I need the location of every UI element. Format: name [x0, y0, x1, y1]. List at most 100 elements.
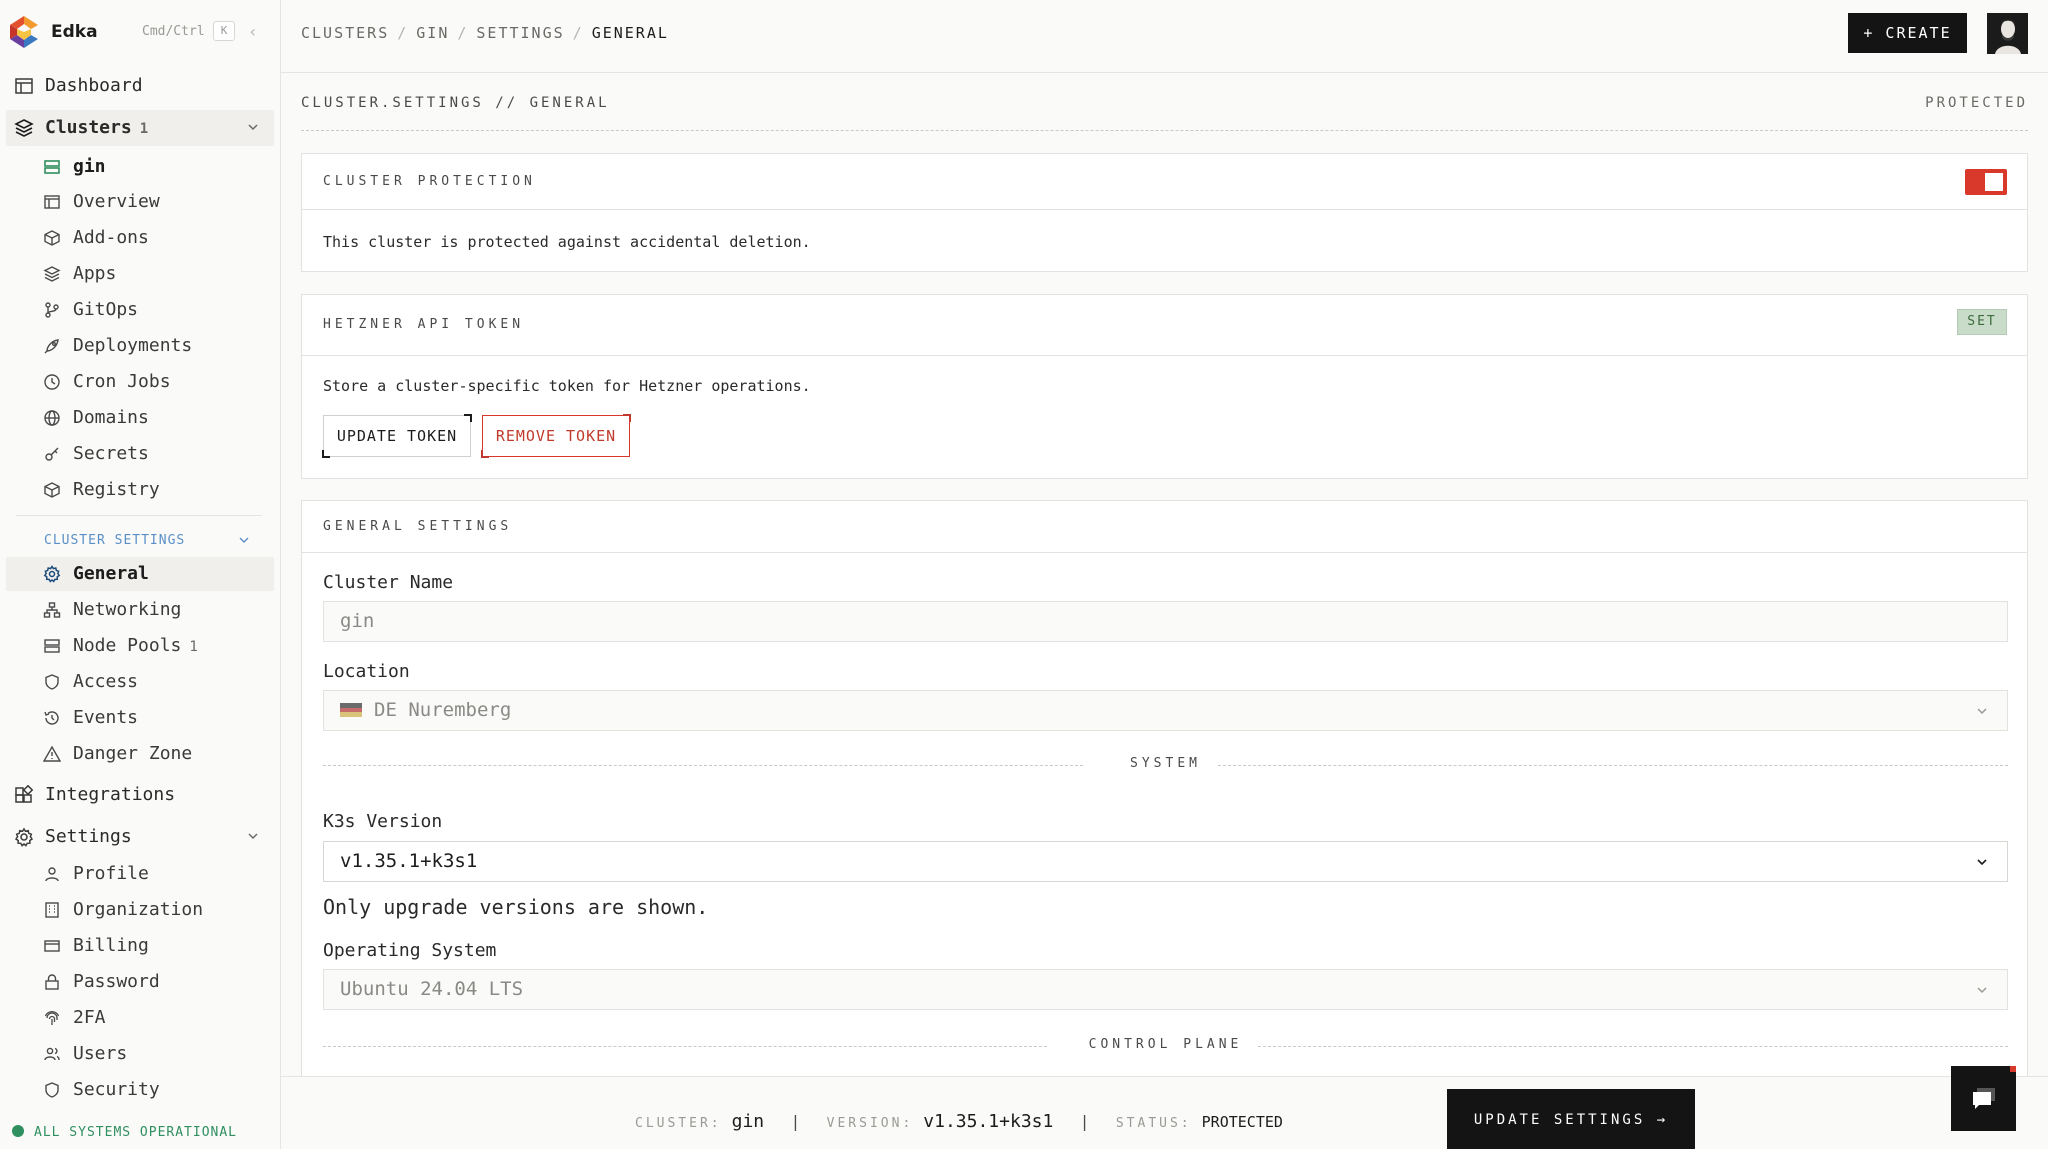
search-shortcut-hint: Cmd/Ctrl — [142, 24, 205, 39]
rocket-icon — [44, 339, 59, 354]
sidebar-item-password[interactable]: Password — [6, 965, 274, 999]
sidebar-item-billing[interactable]: Billing — [6, 929, 274, 963]
breadcrumb-clusters[interactable]: CLUSTERS — [301, 24, 389, 42]
sidebar-item-domains[interactable]: Domains — [6, 401, 274, 435]
sidebar-item-clusters[interactable]: Clusters 1 — [6, 110, 274, 146]
section-title: CONTROL PLANE — [1074, 1037, 1257, 1052]
page-title: CLUSTER.SETTINGS // GENERAL — [301, 95, 610, 111]
system-status[interactable]: ALL SYSTEMS OPERATIONAL — [12, 1125, 237, 1140]
card-title: HETZNER API TOKEN — [323, 317, 525, 332]
sidebar-item-addons[interactable]: Add-ons — [6, 221, 274, 255]
key-icon — [45, 447, 59, 461]
breadcrumb-general: GENERAL — [591, 24, 669, 42]
sidebar-item-general[interactable]: General — [6, 557, 274, 591]
avatar[interactable] — [1987, 13, 2028, 54]
cluster-name-input[interactable]: gin — [323, 601, 2008, 642]
chevron-down-icon — [1977, 708, 1987, 715]
page-divider — [301, 130, 2028, 131]
history-icon — [44, 711, 59, 725]
user-icon — [45, 867, 59, 882]
system-section-divider: SYSTEM — [323, 756, 2008, 776]
sidebar-item-access[interactable]: Access — [6, 665, 274, 699]
gear-icon — [14, 827, 34, 847]
sidebar-item-security[interactable]: Security — [6, 1073, 274, 1107]
settings-footer-bar: CLUSTER: gin | VERSION: v1.35.1+k3s1 | STA… — [281, 1076, 2048, 1149]
chat-button[interactable] — [1951, 1066, 2016, 1131]
chevron-down-icon — [1977, 987, 1987, 994]
sidebar-item-overview[interactable]: Overview — [6, 185, 274, 219]
status-dot-icon — [12, 1125, 24, 1137]
users-icon — [44, 1047, 60, 1061]
chevron-down-icon[interactable] — [238, 534, 250, 546]
sidebar-item-organization[interactable]: Organization — [6, 893, 274, 927]
server-icon — [44, 639, 60, 653]
sidebar-item-secrets[interactable]: Secrets — [6, 437, 274, 471]
sidebar-item-settings[interactable]: Settings — [6, 819, 274, 855]
network-icon — [43, 602, 61, 618]
chevron-down-icon[interactable] — [246, 120, 260, 134]
layout-icon — [15, 78, 33, 94]
location-select[interactable]: DE Nuremberg — [323, 690, 2008, 731]
sidebar-item-integrations[interactable]: Integrations — [6, 777, 274, 813]
cluster-name-label: Cluster Name — [323, 572, 454, 593]
chevron-down-icon — [1977, 859, 1987, 866]
breadcrumb-gin[interactable]: GIN — [416, 24, 449, 42]
cluster-name: gin — [73, 156, 106, 177]
sidebar-item-users[interactable]: Users — [6, 1037, 274, 1071]
building-icon — [45, 902, 59, 918]
edka-logo-icon[interactable] — [10, 16, 38, 48]
update-token-button[interactable]: UPDATE TOKEN — [322, 414, 472, 458]
sidebar-item-cron-jobs[interactable]: Cron Jobs — [6, 365, 274, 399]
sidebar-item-deployments[interactable]: Deployments — [6, 329, 274, 363]
card-title: CLUSTER PROTECTION — [323, 174, 536, 189]
sidebar-item-registry[interactable]: Registry — [6, 473, 274, 507]
card-description: Store a cluster-specific token for Hetzn… — [323, 377, 811, 395]
clusters-count: 1 — [139, 121, 149, 137]
grid-plus-icon — [15, 785, 34, 803]
k3s-version-hint: Only upgrade versions are shown. — [323, 895, 709, 919]
sidebar-cluster-gin[interactable]: gin — [6, 150, 274, 184]
sidebar-item-node-pools[interactable]: Node Pools 1 — [6, 629, 274, 663]
collapse-sidebar-icon[interactable]: ‹ — [248, 22, 258, 41]
package-icon — [44, 230, 60, 246]
cluster-settings-heading[interactable]: CLUSTER SETTINGS — [44, 533, 185, 548]
location-label: Location — [323, 661, 410, 682]
lock-icon — [45, 974, 59, 990]
package-icon — [44, 482, 60, 498]
breadcrumb-settings[interactable]: SETTINGS — [476, 24, 564, 42]
sidebar-item-danger-zone[interactable]: Danger Zone — [6, 737, 274, 771]
cluster-protection-card: CLUSTER PROTECTION This cluster is prote… — [301, 153, 2028, 272]
sidebar-item-apps[interactable]: Apps — [6, 257, 274, 291]
footer-version-value: v1.35.1+k3s1 — [923, 1111, 1054, 1132]
sidebar-item-networking[interactable]: Networking — [6, 593, 274, 627]
sidebar-item-profile[interactable]: Profile — [6, 857, 274, 891]
sidebar-item-dashboard[interactable]: Dashboard — [6, 68, 274, 104]
footer-status-value: PROTECTED — [1201, 1113, 1283, 1131]
breadcrumb: CLUSTERS / GIN / SETTINGS / GENERAL — [301, 24, 669, 42]
warning-icon — [43, 745, 61, 762]
update-settings-button[interactable]: UPDATE SETTINGS → — [1447, 1089, 1695, 1149]
operating-system-label: Operating System — [323, 940, 497, 961]
hetzner-token-card: HETZNER API TOKEN SET Store a cluster-sp… — [301, 294, 2028, 479]
sidebar-item-events[interactable]: Events — [6, 701, 274, 735]
protected-label: PROTECTED — [1925, 95, 2028, 111]
globe-icon — [44, 410, 60, 426]
shield-icon — [45, 1082, 59, 1098]
k3s-version-select[interactable]: v1.35.1+k3s1 — [323, 841, 2008, 882]
sidebar-item-gitops[interactable]: GitOps — [6, 293, 274, 327]
sidebar: Edka Cmd/Ctrl K ‹ Dashboard Clusters 1 gi… — [0, 0, 281, 1149]
toggle-knob — [1985, 173, 2003, 191]
k3s-version-label: K3s Version — [323, 811, 443, 832]
protection-toggle[interactable] — [1965, 169, 2007, 195]
cluster-summary: CLUSTER: gin | VERSION: v1.35.1+k3s1 | STA… — [635, 1111, 1283, 1132]
general-settings-card: GENERAL SETTINGS Cluster Name gin Locati… — [301, 500, 2028, 1100]
status-badge: SET — [1957, 309, 2007, 335]
create-button[interactable]: + CREATE — [1848, 13, 1967, 53]
gear-icon — [43, 565, 61, 583]
server-icon — [44, 160, 60, 174]
operating-system-select[interactable]: Ubuntu 24.04 LTS — [323, 969, 2008, 1010]
control-plane-section-divider: CONTROL PLANE — [323, 1037, 2008, 1057]
sidebar-item-2fa[interactable]: 2FA — [6, 1001, 274, 1035]
remove-token-button[interactable]: REMOVE TOKEN — [481, 414, 631, 458]
chevron-down-icon[interactable] — [246, 829, 260, 843]
